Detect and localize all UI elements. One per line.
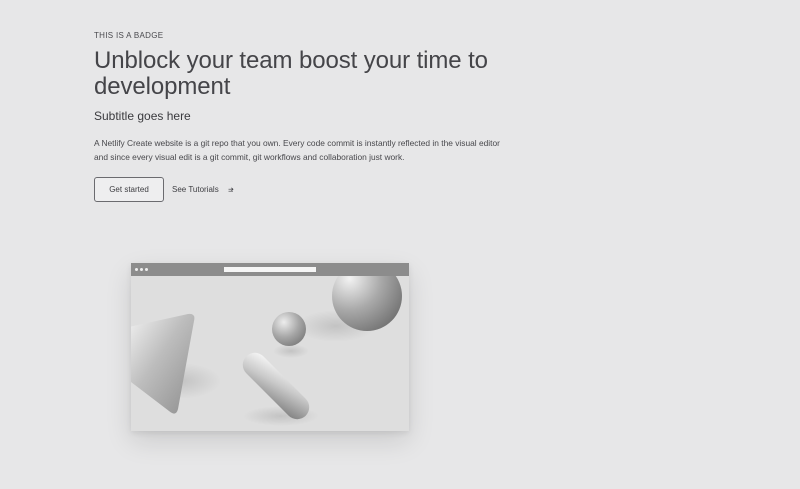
hero-subtitle: Subtitle goes here — [94, 109, 191, 123]
hero-section: THIS IS A BADGE Unblock your team boost … — [94, 31, 514, 202]
abstract-shapes-illustration — [131, 276, 409, 431]
see-tutorials-link[interactable]: See Tutorials — [172, 185, 234, 194]
window-dot-icon — [140, 268, 143, 271]
hero-badge: THIS IS A BADGE — [94, 31, 164, 40]
window-dot-icon — [135, 268, 138, 271]
browser-address-bar — [224, 267, 316, 272]
arrow-right-icon — [228, 187, 234, 192]
get-started-button[interactable]: Get started — [94, 177, 164, 202]
small-sphere-shape — [272, 312, 306, 346]
hero-description: A Netlify Create website is a git repo t… — [94, 138, 500, 162]
see-tutorials-label: See Tutorials — [172, 185, 219, 194]
browser-title-bar — [131, 263, 409, 276]
hero-title: Unblock your team boost your time to dev… — [94, 47, 488, 100]
browser-illustration — [131, 263, 409, 431]
hero-actions: Get started See Tutorials — [94, 177, 514, 202]
window-dot-icon — [145, 268, 148, 271]
